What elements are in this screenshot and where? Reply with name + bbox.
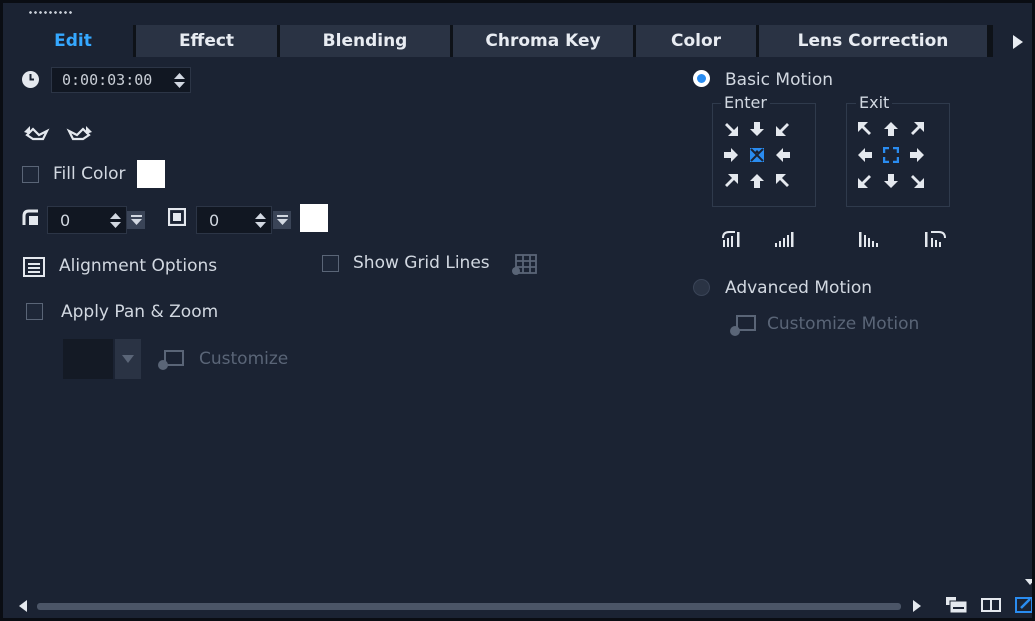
horizontal-scrollbar[interactable] bbox=[19, 597, 921, 615]
enter-right-icon[interactable] bbox=[773, 145, 793, 165]
tab-lens-correction[interactable]: Lens Correction bbox=[759, 25, 987, 57]
scroll-left-icon[interactable] bbox=[19, 600, 27, 612]
exit-bottom-icon[interactable] bbox=[881, 171, 901, 191]
ease-in-pause-button[interactable] bbox=[719, 228, 747, 250]
shadow-size-input[interactable]: 0 bbox=[196, 206, 272, 234]
spin-up-down-icon bbox=[109, 212, 121, 228]
enter-bottom-right-icon[interactable] bbox=[773, 171, 793, 191]
border-size-spinner[interactable] bbox=[104, 207, 126, 233]
show-grid-lines-label: Show Grid Lines bbox=[353, 253, 490, 273]
exit-bottom-left-icon[interactable] bbox=[855, 171, 875, 191]
show-grid-lines-checkbox[interactable] bbox=[322, 255, 339, 272]
scrollbar-thumb[interactable] bbox=[37, 603, 901, 610]
exit-top-icon[interactable] bbox=[881, 119, 901, 139]
customize-motion-button[interactable]: Customize Motion bbox=[767, 314, 919, 334]
exit-top-right-icon[interactable] bbox=[907, 119, 927, 139]
rotate-right-icon bbox=[66, 126, 92, 141]
chevron-down-icon bbox=[130, 215, 142, 225]
chevron-right-icon bbox=[1013, 35, 1023, 49]
shadow-icon bbox=[167, 207, 187, 230]
enter-top-left-icon[interactable] bbox=[721, 119, 741, 139]
customize-icon bbox=[155, 349, 185, 375]
duration-spinner[interactable] bbox=[168, 67, 190, 93]
border-size-value: 0 bbox=[60, 210, 71, 230]
rotate-right-button[interactable] bbox=[65, 123, 93, 145]
enter-center-icon[interactable] bbox=[747, 145, 767, 165]
border-color-swatch[interactable] bbox=[300, 204, 328, 232]
exit-top-left-icon[interactable] bbox=[855, 119, 875, 139]
apply-pan-zoom-label: Apply Pan & Zoom bbox=[61, 302, 219, 322]
edit-view-button[interactable] bbox=[1015, 596, 1032, 618]
rotate-left-button[interactable] bbox=[23, 123, 51, 145]
ease-out-pause-button[interactable] bbox=[921, 228, 949, 250]
fill-color-label: Fill Color bbox=[53, 164, 126, 184]
enter-direction-grid bbox=[721, 119, 793, 191]
enter-top-right-icon[interactable] bbox=[773, 119, 793, 139]
fill-color-checkbox[interactable] bbox=[22, 166, 39, 183]
ease-in-button[interactable] bbox=[771, 228, 799, 250]
enter-bottom-left-icon[interactable] bbox=[721, 171, 741, 191]
duration-timecode-input[interactable]: 0:00:03:00 bbox=[51, 67, 191, 93]
duration-value: 0:00:03:00 bbox=[62, 71, 153, 89]
fill-color-swatch[interactable] bbox=[137, 160, 165, 188]
tab-edit[interactable]: Edit bbox=[13, 25, 133, 57]
pencil-icon bbox=[1015, 597, 1032, 613]
tab-chroma-key[interactable]: Chroma Key bbox=[453, 25, 633, 57]
tab-bar: Edit Effect Blending Chroma Key Color Le… bbox=[13, 25, 993, 57]
spin-up-down-icon bbox=[254, 212, 266, 228]
panel-drag-grip[interactable] bbox=[28, 10, 74, 15]
tab-scroll-right-button[interactable] bbox=[1002, 27, 1032, 57]
customize-button[interactable]: Customize bbox=[199, 349, 288, 369]
enter-top-icon[interactable] bbox=[747, 119, 767, 139]
ease-in-pause-icon bbox=[722, 231, 740, 247]
tab-effect[interactable]: Effect bbox=[136, 25, 277, 57]
exit-label: Exit bbox=[856, 93, 893, 112]
exit-bottom-right-icon[interactable] bbox=[907, 171, 927, 191]
customize-motion-icon bbox=[727, 314, 757, 342]
grid-settings-icon[interactable] bbox=[510, 253, 538, 281]
chevron-down-icon bbox=[122, 355, 134, 363]
clock-icon bbox=[21, 70, 40, 93]
scroll-down-icon[interactable] bbox=[1025, 577, 1035, 587]
border-size-input[interactable]: 0 bbox=[47, 206, 127, 234]
tab-blending[interactable]: Blending bbox=[280, 25, 450, 57]
alignment-options-label[interactable]: Alignment Options bbox=[59, 256, 217, 276]
tab-color[interactable]: Color bbox=[636, 25, 756, 57]
basic-motion-radio[interactable] bbox=[693, 70, 710, 87]
apply-pan-zoom-checkbox[interactable] bbox=[26, 303, 43, 320]
exit-right-icon[interactable] bbox=[907, 145, 927, 165]
pan-zoom-preset-dropdown-button[interactable] bbox=[115, 339, 141, 379]
advanced-motion-radio[interactable] bbox=[693, 279, 710, 296]
vertical-scrollbar[interactable] bbox=[1025, 57, 1035, 602]
ease-out-button[interactable] bbox=[855, 228, 883, 250]
shadow-size-spinner[interactable] bbox=[249, 207, 271, 233]
border-type-dropdown[interactable] bbox=[127, 211, 145, 229]
options-panel: Edit Effect Blending Chroma Key Color Le… bbox=[0, 0, 1035, 621]
enter-bottom-icon[interactable] bbox=[747, 171, 767, 191]
exit-center-icon[interactable] bbox=[881, 145, 901, 165]
layout-view-button[interactable] bbox=[945, 596, 969, 618]
enter-left-icon[interactable] bbox=[721, 145, 741, 165]
ease-out-icon bbox=[859, 232, 878, 247]
pan-zoom-preset-dropdown[interactable] bbox=[63, 339, 113, 379]
ease-out-pause-icon bbox=[925, 231, 946, 247]
spin-up-down-icon bbox=[173, 72, 185, 88]
exit-direction-grid bbox=[855, 119, 927, 191]
ease-in-icon bbox=[775, 232, 794, 247]
advanced-motion-label: Advanced Motion bbox=[725, 278, 873, 298]
alignment-options-icon[interactable] bbox=[23, 257, 45, 281]
rotate-left-icon bbox=[24, 126, 50, 141]
enter-label: Enter bbox=[721, 93, 770, 112]
layout-view-icon bbox=[946, 597, 968, 614]
chevron-down-icon bbox=[276, 215, 288, 225]
basic-motion-label: Basic Motion bbox=[725, 70, 834, 90]
split-view-icon bbox=[981, 598, 1001, 612]
split-view-button[interactable] bbox=[980, 596, 1002, 618]
scroll-right-icon[interactable] bbox=[913, 600, 921, 612]
shadow-size-value: 0 bbox=[209, 210, 220, 230]
exit-left-icon[interactable] bbox=[855, 145, 875, 165]
border-size-icon bbox=[21, 208, 41, 232]
shadow-type-dropdown[interactable] bbox=[273, 211, 291, 229]
